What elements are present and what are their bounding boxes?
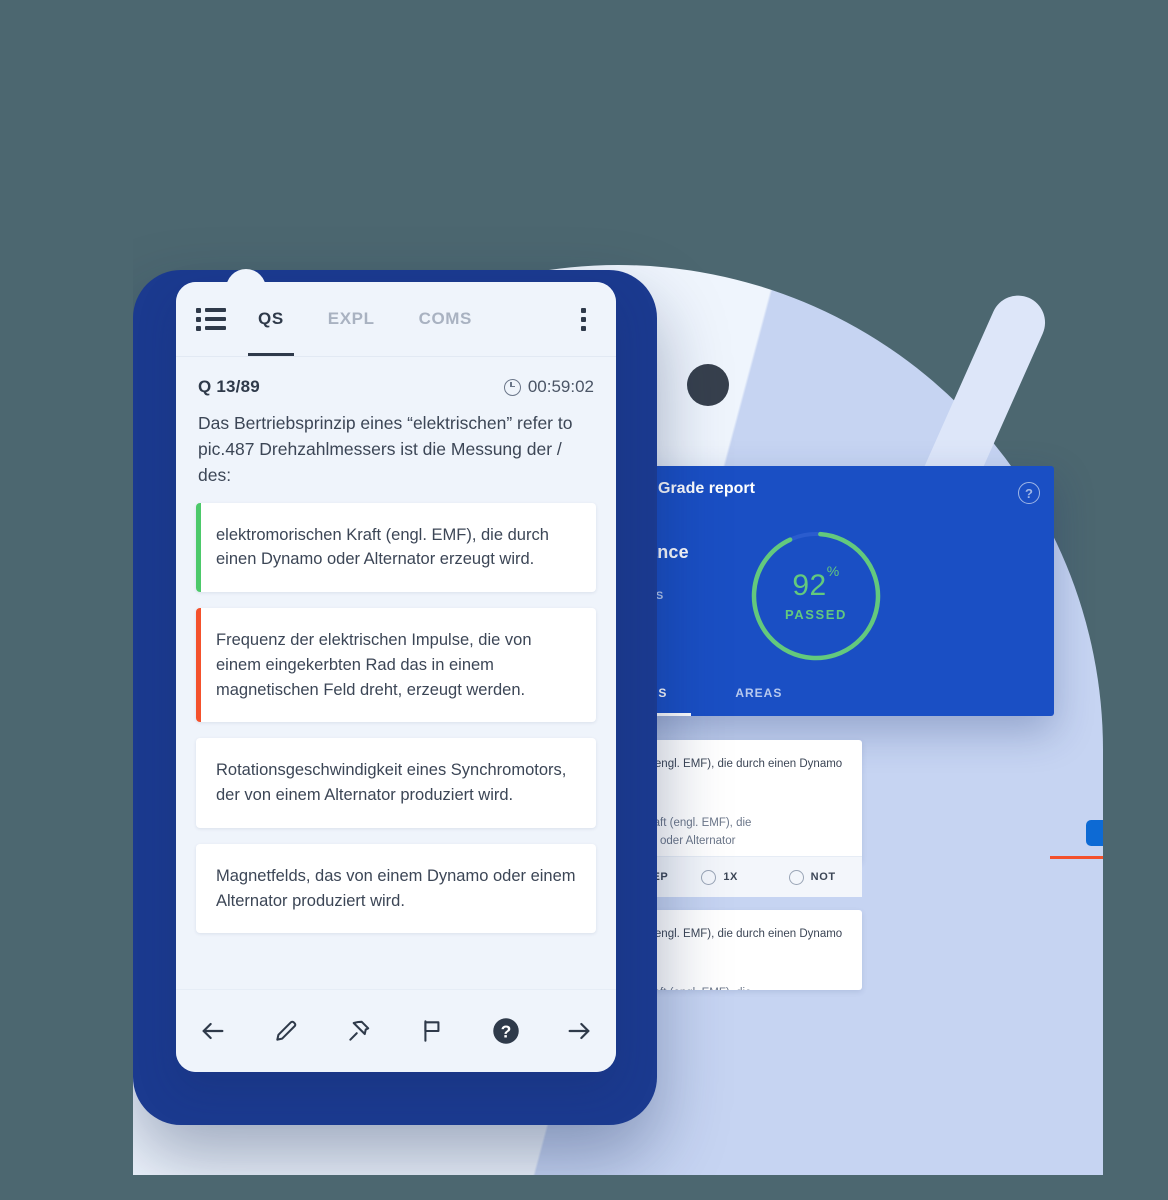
donut-center-label: 92% PASSED	[748, 528, 884, 664]
answer-option-4[interactable]: Magnetfelds, das von einem Dynamo oder e…	[196, 843, 596, 934]
previous-button[interactable]	[191, 1009, 235, 1053]
timer-value: 00:59:02	[527, 377, 594, 396]
donut-percent: 92%	[792, 562, 840, 602]
more-vertical-icon[interactable]	[566, 302, 600, 336]
app-tabs: QS EXPL COMS	[236, 282, 566, 356]
option-not[interactable]: NOT	[775, 869, 862, 885]
clock-icon	[503, 378, 521, 396]
question-counter: Q 13/89	[198, 377, 260, 396]
answer-option-2-text: Frequenz der elektrischen Impulse, die v…	[216, 631, 532, 699]
grade-tab-areas[interactable]: AREAS	[701, 670, 816, 716]
radio-icon	[788, 869, 804, 885]
bottom-edge-mask	[0, 1175, 1168, 1200]
right-edge-mask	[1103, 0, 1168, 1200]
next-button[interactable]	[557, 1009, 601, 1053]
flag-icon	[420, 1018, 446, 1044]
donut-status-label: PASSED	[784, 606, 848, 622]
pencil-icon	[273, 1018, 299, 1044]
grade-report-title: Grade report	[658, 480, 755, 497]
answer-list: elektromorischen Kraft (engl. EMF), die …	[176, 502, 616, 934]
arrow-right-icon	[565, 1017, 593, 1045]
answer-status-bar-wrong	[196, 608, 201, 723]
phone-screen: QS EXPL COMS Q 13/89 00:59:02 Das Bertri…	[176, 282, 616, 1072]
answer-option-3-text: Rotationsgeschwindigkeit eines Synchromo…	[216, 761, 567, 805]
timer: 00:59:02	[503, 377, 594, 397]
tab-coms[interactable]: COMS	[397, 282, 494, 356]
answer-option-1[interactable]: elektromorischen Kraft (engl. EMF), die …	[196, 502, 596, 593]
score-donut-chart: 92% PASSED	[748, 528, 884, 664]
help-icon[interactable]: ?	[1018, 482, 1040, 504]
help-circle-icon: ?	[491, 1016, 521, 1046]
tab-expl[interactable]: EXPL	[306, 282, 397, 356]
pin-icon	[346, 1018, 372, 1044]
question-meta-row: Q 13/89 00:59:02	[176, 357, 616, 401]
flag-button[interactable]	[411, 1009, 455, 1053]
stage: Grade report ? & Balance STUDY SESSIONS …	[0, 0, 1168, 1200]
answer-option-4-text: Magnetfelds, das von einem Dynamo oder e…	[216, 866, 576, 910]
pin-button[interactable]	[337, 1009, 381, 1053]
answer-option-3[interactable]: Rotationsgeschwindigkeit eines Synchromo…	[196, 738, 596, 828]
grade-report-tabs: IONS AREAS	[610, 670, 1054, 716]
option-not-label: NOT	[810, 871, 836, 883]
help-button[interactable]: ?	[484, 1009, 528, 1053]
answer-option-1-text: elektromorischen Kraft (engl. EMF), die …	[216, 525, 549, 569]
edit-button[interactable]	[264, 1009, 308, 1053]
radio-icon	[701, 869, 717, 885]
android-mascot-eye	[687, 364, 729, 406]
arrow-left-icon	[199, 1017, 227, 1045]
option-1x[interactable]: 1X	[687, 869, 774, 885]
left-edge-mask	[0, 0, 133, 1200]
svg-text:?: ?	[501, 1021, 512, 1041]
grade-report-card: Grade report ? & Balance STUDY SESSIONS …	[610, 466, 1054, 716]
option-1x-label: 1X	[723, 871, 738, 883]
answer-status-bar-correct	[196, 502, 201, 593]
list-icon[interactable]	[196, 308, 228, 331]
answer-option-2[interactable]: Frequenz der elektrischen Impulse, die v…	[196, 608, 596, 723]
question-text: Das Bertriebsprinzip eines “elektrischen…	[198, 413, 573, 485]
bottom-toolbar: ?	[176, 989, 616, 1072]
